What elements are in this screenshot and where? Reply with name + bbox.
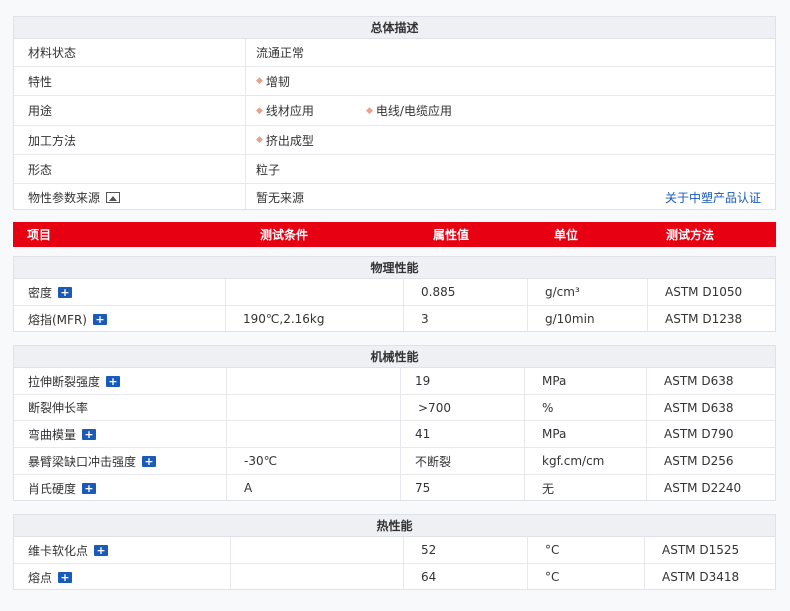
property-name: 维卡软化点 + xyxy=(28,537,109,563)
table-row: 拉伸断裂强度 + 19 MPa ASTM D638 xyxy=(14,368,775,395)
general-value: 粒子 xyxy=(256,162,281,177)
test-method: ASTM D1238 xyxy=(665,312,743,326)
unit: % xyxy=(542,400,554,415)
general-row: 加工方法 ◆ 挤出成型 xyxy=(14,126,775,155)
column-header-bar: 项目 测试条件 属性值 单位 测试方法 xyxy=(13,222,776,247)
general-label: 材料状态 xyxy=(28,46,77,60)
table-row: 弯曲模量 + 41 MPa ASTM D790 xyxy=(14,421,775,448)
unit: °C xyxy=(545,570,560,584)
plus-icon[interactable]: + xyxy=(142,455,157,467)
plus-icon[interactable]: + xyxy=(82,482,97,494)
plus-icon[interactable]: + xyxy=(94,544,109,556)
header-unit: 单位 xyxy=(554,228,579,242)
property-name: 拉伸断裂强度 + xyxy=(28,368,121,394)
general-label: 特性 xyxy=(28,74,53,89)
property-name: 肖氏硬度 + xyxy=(28,475,97,501)
plus-icon[interactable]: + xyxy=(58,571,73,583)
plus-icon[interactable]: + xyxy=(82,428,97,440)
general-row: 特性 ◆ 增韧 xyxy=(14,67,775,96)
property-value: 不断裂 xyxy=(415,454,452,469)
general-value: ◆ 增韧 xyxy=(256,74,290,89)
unit: kgf.cm/cm xyxy=(542,454,605,468)
header-item: 项目 xyxy=(27,228,52,242)
table-row: 断裂伸长率 >700 % ASTM D638 xyxy=(14,395,775,421)
header-method: 测试方法 xyxy=(666,228,715,242)
general-row: 材料状态 流通正常 xyxy=(14,39,775,67)
test-method: ASTM D3418 xyxy=(662,570,740,584)
property-value: 3 xyxy=(421,312,429,326)
general-value: ◆ 电线/电缆应用 xyxy=(366,104,452,118)
property-value: 64 xyxy=(421,570,437,584)
table-row: 密度 + 0.885 g/cm³ ASTM D1050 xyxy=(14,279,775,306)
general-value: ◆ 挤出成型 xyxy=(256,133,314,148)
physical-title: 物理性能 xyxy=(14,257,775,279)
property-name: 断裂伸长率 xyxy=(28,401,89,415)
physical-section: 物理性能 密度 + 0.885 g/cm³ ASTM D1050 熔指(MFR) +… xyxy=(13,256,776,332)
test-condition: A xyxy=(244,481,253,495)
general-label: 用途 xyxy=(28,104,53,118)
general-row: 物性参数来源 暂无来源 关于中塑产品认证 xyxy=(14,184,775,210)
plus-icon[interactable]: + xyxy=(58,286,73,298)
test-method: ASTM D256 xyxy=(664,454,734,468)
bullet-icon: ◆ xyxy=(256,105,263,116)
bullet-icon: ◆ xyxy=(256,76,263,86)
general-value: ◆ 线材应用 xyxy=(256,104,314,118)
unit: g/cm³ xyxy=(545,285,580,299)
property-name: 熔指(MFR) + xyxy=(28,306,107,332)
unit: MPa xyxy=(542,374,567,388)
property-value: 19 xyxy=(415,374,431,388)
property-value: 52 xyxy=(421,543,437,557)
general-label: 形态 xyxy=(28,162,53,177)
general-row: 形态 粒子 xyxy=(14,155,775,184)
plus-icon[interactable]: + xyxy=(106,375,121,387)
property-name: 熔点 + xyxy=(28,564,73,590)
property-name: 弯曲模量 + xyxy=(28,421,97,447)
table-row: 暴臂梁缺口冲击强度 + -30℃ 不断裂 kgf.cm/cm ASTM D256 xyxy=(14,448,775,475)
test-method: ASTM D638 xyxy=(664,374,734,388)
general-value: 暂无来源 xyxy=(256,190,305,205)
property-name: 暴臂梁缺口冲击强度 + xyxy=(28,448,157,474)
property-value: 0.885 xyxy=(421,285,456,299)
unit: °C xyxy=(545,543,560,557)
test-method: ASTM D790 xyxy=(664,427,734,441)
plus-icon[interactable]: + xyxy=(92,313,107,325)
bullet-icon: ◆ xyxy=(256,135,263,145)
table-row: 肖氏硬度 + A 75 无 ASTM D2240 xyxy=(14,475,775,501)
image-icon[interactable] xyxy=(106,191,121,203)
unit: MPa xyxy=(542,427,567,441)
test-method: ASTM D2240 xyxy=(664,481,742,495)
certification-link[interactable]: 关于中塑产品认证 xyxy=(665,184,761,210)
property-value: >700 xyxy=(418,400,451,415)
general-title: 总体描述 xyxy=(14,17,775,39)
property-value: 41 xyxy=(415,427,431,441)
general-label: 加工方法 xyxy=(28,133,77,148)
table-row: 熔指(MFR) + 190℃,2.16kg 3 g/10min ASTM D123… xyxy=(14,306,775,332)
test-method: ASTM D1525 xyxy=(662,543,740,557)
header-value: 属性值 xyxy=(433,228,470,242)
general-value: 流通正常 xyxy=(256,46,305,60)
test-method: ASTM D638 xyxy=(664,400,734,415)
test-condition: -30℃ xyxy=(244,454,278,468)
unit: g/10min xyxy=(545,312,595,326)
table-row: 维卡软化点 + 52 °C ASTM D1525 xyxy=(14,537,775,564)
general-section: 总体描述 材料状态 流通正常 特性 ◆ 增韧 用途 ◆ 线材应用 ◆ 电线/电缆应用 … xyxy=(13,16,776,210)
test-condition: 190℃,2.16kg xyxy=(243,312,325,326)
thermal-section: 热性能 维卡软化点 + 52 °C ASTM D1525 熔点 + 64 °C AS… xyxy=(13,514,776,590)
unit: 无 xyxy=(542,481,555,496)
mechanical-title: 机械性能 xyxy=(14,346,775,368)
table-row: 熔点 + 64 °C ASTM D3418 xyxy=(14,564,775,590)
general-label: 物性参数来源 xyxy=(28,184,121,210)
mechanical-section: 机械性能 拉伸断裂强度 + 19 MPa ASTM D638 断裂伸长率 >700… xyxy=(13,345,776,501)
thermal-title: 热性能 xyxy=(14,515,775,537)
general-row: 用途 ◆ 线材应用 ◆ 电线/电缆应用 xyxy=(14,96,775,126)
bullet-icon: ◆ xyxy=(366,105,373,116)
header-condition: 测试条件 xyxy=(260,228,309,242)
property-name: 密度 + xyxy=(28,279,73,305)
property-value: 75 xyxy=(415,481,431,495)
test-method: ASTM D1050 xyxy=(665,285,743,299)
